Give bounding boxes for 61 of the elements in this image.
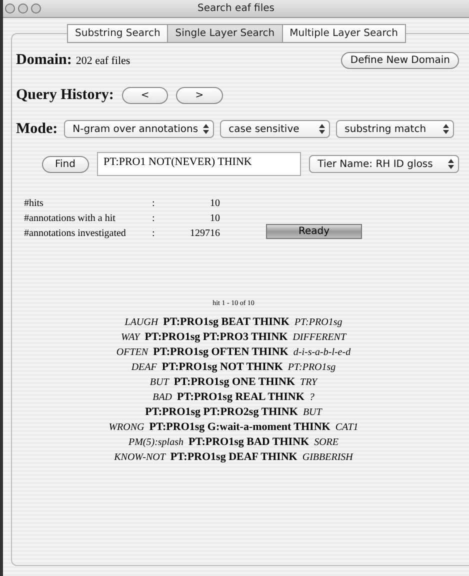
- mode-select[interactable]: case sensitive: [220, 120, 330, 138]
- left-context: WAY: [120, 332, 140, 343]
- left-context: LAUGH: [124, 317, 158, 328]
- left-context: BAD: [152, 392, 172, 403]
- mode-label: Mode:: [16, 120, 58, 138]
- tab[interactable]: Multiple Layer Search: [282, 24, 406, 43]
- domain-label: Domain:: [16, 52, 72, 69]
- tab[interactable]: Substring Search: [67, 24, 168, 43]
- right-context: TRY: [300, 377, 318, 388]
- right-context: DIFFERENT: [292, 332, 346, 343]
- stat-value: 129716: [189, 228, 220, 239]
- right-context: PT:PRO1sg: [288, 362, 336, 373]
- tab[interactable]: Single Layer Search: [167, 24, 283, 43]
- query-field[interactable]: PT:PRO1 NOT(NEVER) THINK: [96, 152, 301, 176]
- right-context: d-i-s-a-b-l-e-d: [293, 347, 351, 358]
- select-arrows-icon: [318, 124, 325, 134]
- forward-button[interactable]: >: [176, 87, 223, 104]
- stat-value: 10: [209, 198, 220, 209]
- status-bar: Ready: [266, 224, 362, 239]
- hit-match: PT:PRO1sg OFTEN THINK: [153, 346, 288, 358]
- hit-match: PT:PRO1sg NOT THINK: [162, 361, 283, 373]
- left-context: KNOW-NOT: [114, 452, 166, 463]
- back-button[interactable]: <: [122, 87, 168, 104]
- select-arrows-icon: [202, 124, 209, 134]
- left-context: OFTEN: [116, 347, 148, 358]
- hit-match: PT:PRO1sg PT:PRO3 THINK: [144, 331, 288, 343]
- left-context: WRONG: [108, 422, 144, 433]
- hit-match: PT:PRO1sg BAD THINK: [188, 436, 310, 448]
- domain-value: 202 eaf files: [76, 54, 130, 66]
- left-context: DEAF: [131, 362, 157, 373]
- stat-separator: :: [152, 228, 156, 239]
- select-arrows-icon: [442, 124, 449, 134]
- select-arrows-icon: [448, 159, 454, 169]
- right-context: PT:PRO1sg: [294, 317, 342, 328]
- left-context: PM(5):splash: [128, 437, 184, 448]
- window-title: Search eaf files: [198, 3, 274, 14]
- hit-match: PT:PRO1sg BEAT THINK: [163, 316, 290, 328]
- right-context: GIBBERISH: [302, 452, 353, 463]
- stat-separator: :: [152, 213, 156, 224]
- stat-separator: :: [152, 198, 156, 209]
- find-button[interactable]: Find: [42, 156, 88, 172]
- right-context: CAT1: [335, 422, 358, 433]
- hit-match: PT:PRO1sg PT:PRO2sg THINK: [145, 406, 298, 418]
- stat-value: 10: [209, 213, 220, 224]
- hit-match: PT:PRO1sg DEAF THINK: [170, 451, 298, 463]
- right-context: BUT: [302, 407, 322, 418]
- stat-label: #annotations investigated: [24, 228, 127, 239]
- mode-select[interactable]: substring match: [336, 120, 454, 138]
- right-context: SORE: [314, 437, 339, 448]
- hit-match: PT:PRO1sg G:wait-a-moment THINK: [149, 421, 330, 433]
- mode-select[interactable]: N-gram over annotations: [64, 120, 214, 138]
- tier-select[interactable]: Tier Name: RH ID gloss: [308, 155, 459, 173]
- left-context: BUT: [150, 377, 169, 388]
- define-domain-button[interactable]: Define New Domain: [341, 52, 459, 69]
- hit-match: PT:PRO1sg REAL THINK: [177, 391, 304, 403]
- hit-match: PT:PRO1sg ONE THINK: [174, 376, 296, 388]
- stat-label: #annotations with a hit: [24, 213, 116, 224]
- window-controls-icon[interactable]: [5, 3, 41, 14]
- stat-label: #hits: [24, 198, 44, 209]
- query-history-label: Query History:: [16, 87, 114, 104]
- right-context: ?: [309, 392, 314, 403]
